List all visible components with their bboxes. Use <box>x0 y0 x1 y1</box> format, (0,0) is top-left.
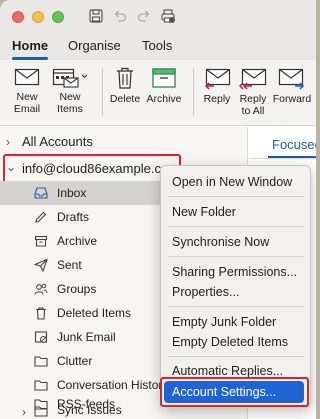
close-window-button[interactable] <box>12 11 24 23</box>
trash-icon <box>117 67 133 89</box>
inbox-icon <box>34 187 48 199</box>
folder-label: Junk Email <box>57 330 116 344</box>
account-settings-highlight-box <box>160 377 309 407</box>
delete-button[interactable]: Delete <box>108 66 142 105</box>
folder-icon <box>34 356 48 367</box>
print-icon[interactable] <box>160 8 176 24</box>
new-items-icon <box>52 68 88 88</box>
reply-label: Reply <box>203 93 231 105</box>
title-bar <box>0 0 316 34</box>
menu-item-automatic-replies[interactable]: Automatic Replies... <box>172 364 283 378</box>
menu-separator <box>168 196 304 197</box>
menu-separator <box>168 306 304 307</box>
archive-label: Archive <box>146 93 182 105</box>
menu-item-synchronise-now[interactable]: Synchronise Now <box>172 235 269 249</box>
outlook-window: Home Organise Tools New Email New Items … <box>0 0 316 419</box>
folder-label: Deleted Items <box>57 306 132 320</box>
reply-all-label: Reply to All <box>239 93 267 117</box>
undo-icon[interactable] <box>112 8 128 24</box>
groups-icon <box>34 283 48 295</box>
menu-item-sharing-permissions[interactable]: Sharing Permissions... <box>172 265 297 279</box>
tab-tools[interactable]: Tools <box>142 38 172 53</box>
redo-icon[interactable] <box>136 8 152 24</box>
new-email-label: New Email <box>13 91 41 115</box>
drafts-icon <box>35 211 47 223</box>
new-items-button[interactable]: New Items <box>50 66 90 115</box>
folder-label: Archive <box>57 234 98 248</box>
folder-label: Sent <box>57 258 82 272</box>
reply-icon <box>204 68 231 90</box>
chevron-right-icon[interactable]: › <box>6 130 10 154</box>
delete-label: Delete <box>109 93 141 105</box>
all-accounts-item[interactable]: › All Accounts <box>0 130 248 154</box>
zoom-window-button[interactable] <box>52 11 64 23</box>
envelope-icon <box>14 68 40 86</box>
forward-button[interactable]: Forward <box>272 66 312 105</box>
menu-item-open-in-new-window[interactable]: Open in New Window <box>172 175 292 189</box>
reply-all-button[interactable]: Reply to All <box>236 66 270 117</box>
new-email-button[interactable]: New Email <box>10 66 44 115</box>
junk-icon <box>34 331 48 343</box>
save-icon[interactable] <box>88 8 104 24</box>
menu-separator <box>168 256 304 257</box>
folder-icon <box>34 380 48 391</box>
ribbon-toolbar: New Email New Items Delete Archive Reply… <box>0 60 316 126</box>
reply-all-icon <box>238 68 267 90</box>
new-items-label: New Items <box>57 91 83 115</box>
tab-organise[interactable]: Organise <box>68 38 121 53</box>
forward-label: Forward <box>272 93 312 105</box>
sent-icon <box>34 258 48 272</box>
menu-separator <box>168 356 304 357</box>
menu-item-new-folder[interactable]: New Folder <box>172 205 236 219</box>
menu-item-empty-junk-folder[interactable]: Empty Junk Folder <box>172 315 276 329</box>
minimize-window-button[interactable] <box>32 11 44 23</box>
trash-icon <box>36 307 46 320</box>
folder-label: Sync Issues <box>57 403 122 417</box>
chevron-right-icon[interactable]: › <box>22 402 26 419</box>
forward-icon <box>278 68 305 90</box>
folder-label: Inbox <box>57 186 87 200</box>
menu-item-properties[interactable]: Properties... <box>172 285 239 299</box>
archive-icon <box>34 235 48 247</box>
tab-home[interactable]: Home <box>12 38 48 53</box>
folder-label: Groups <box>57 282 97 296</box>
archive-button[interactable]: Archive <box>144 66 184 105</box>
ribbon-separator <box>193 68 194 116</box>
menu-separator <box>168 226 304 227</box>
all-accounts-label: All Accounts <box>22 134 93 149</box>
archive-icon <box>152 68 176 88</box>
account-highlight-box <box>3 154 181 184</box>
message-pane-divider <box>249 158 316 159</box>
ribbon-separator <box>102 68 103 116</box>
ribbon-tabs: Home Organise Tools <box>0 34 316 60</box>
menu-item-empty-deleted-items[interactable]: Empty Deleted Items <box>172 335 288 349</box>
folder-label: Clutter <box>57 354 93 368</box>
folder-label: Drafts <box>57 210 90 224</box>
tab-focused[interactable]: Focused <box>272 137 316 152</box>
folder-icon <box>34 406 48 417</box>
reply-button[interactable]: Reply <box>200 66 234 105</box>
